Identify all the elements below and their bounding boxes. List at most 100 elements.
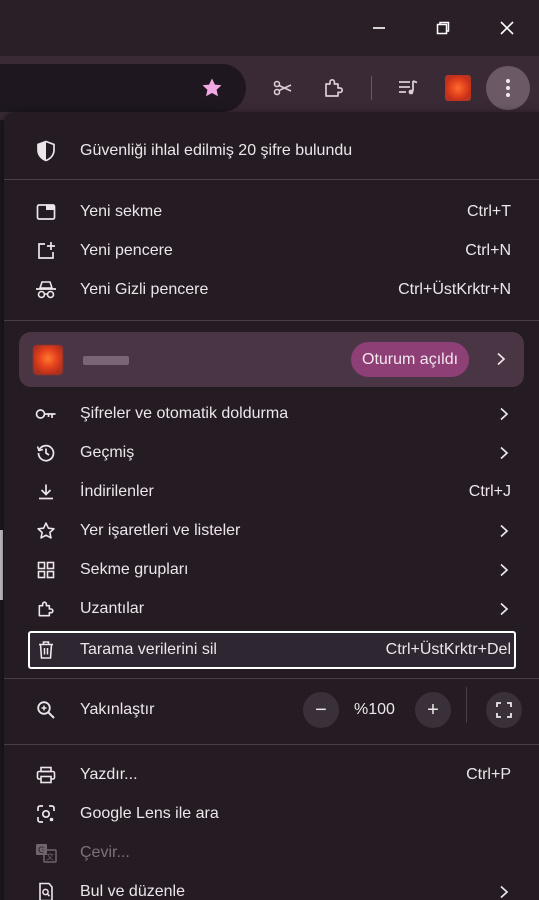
minimize-button[interactable] xyxy=(359,12,399,44)
translate-label: Çevir... xyxy=(80,843,130,861)
google-lens-label: Google Lens ile ara xyxy=(80,804,219,822)
menu-item-translate[interactable]: G文 Çevir... xyxy=(4,833,539,872)
downloads-label: İndirilenler xyxy=(80,482,154,500)
extensions-puzzle-icon xyxy=(325,78,344,97)
star-icon xyxy=(202,78,222,97)
menu-divider xyxy=(4,179,539,180)
chevron-right-icon xyxy=(497,407,511,421)
menu-item-tab-groups[interactable]: Sekme grupları xyxy=(4,550,539,589)
more-menu-button[interactable] xyxy=(486,66,530,110)
chevron-right-icon xyxy=(497,563,511,577)
puzzle-icon xyxy=(34,597,58,621)
menu-item-bookmarks[interactable]: Yer işaretleri ve listeler xyxy=(4,511,539,550)
find-edit-label: Bul ve düzenle xyxy=(80,882,185,900)
chevron-right-icon xyxy=(497,602,511,616)
minus-icon: − xyxy=(315,699,327,721)
menu-item-incognito[interactable]: Yeni Gizli pencere Ctrl+ÜstKrktr+N xyxy=(4,270,539,309)
menu-item-new-tab[interactable]: Yeni sekme Ctrl+T xyxy=(4,192,539,231)
plus-icon: + xyxy=(427,699,439,721)
incognito-icon xyxy=(34,278,58,302)
downloads-shortcut: Ctrl+J xyxy=(468,482,511,500)
chevron-right-icon xyxy=(497,885,511,899)
download-icon xyxy=(34,480,58,504)
passwords-label: Şifreler ve otomatik doldurma xyxy=(80,404,289,422)
menu-item-history[interactable]: Geçmiş xyxy=(4,433,539,472)
menu-item-passwords[interactable]: Şifreler ve otomatik doldurma xyxy=(4,394,539,433)
bookmarks-label: Yer işaretleri ve listeler xyxy=(80,521,241,539)
zoom-label: Yakınlaştır xyxy=(80,701,155,718)
clear-data-shortcut: Ctrl+ÜstKrktr+Del xyxy=(385,640,511,658)
trash-icon xyxy=(34,638,58,662)
history-label: Geçmiş xyxy=(80,443,135,461)
zoom-out-button[interactable]: − xyxy=(303,692,339,728)
zoom-value: %100 xyxy=(354,701,395,718)
print-label: Yazdır... xyxy=(80,765,138,783)
media-queue-icon xyxy=(399,80,418,95)
history-icon xyxy=(34,441,58,465)
zoom-in-button[interactable]: + xyxy=(415,692,451,728)
tab-groups-grid-icon xyxy=(34,558,58,582)
chevron-right-icon xyxy=(494,352,508,366)
toolbar-divider xyxy=(371,76,372,100)
menu-divider xyxy=(4,320,539,321)
shield-icon xyxy=(34,139,58,163)
find-document-icon xyxy=(34,880,58,900)
new-window-icon xyxy=(34,239,58,263)
profile-avatar[interactable] xyxy=(445,75,471,101)
profile-row[interactable]: Oturum açıldı xyxy=(19,332,524,387)
menu-item-print[interactable]: Yazdır... Ctrl+P xyxy=(4,755,539,794)
restore-button[interactable] xyxy=(423,12,463,44)
menu-item-new-window[interactable]: Yeni pencere Ctrl+N xyxy=(4,231,539,270)
chevron-right-icon xyxy=(497,524,511,538)
menu-item-google-lens[interactable]: Google Lens ile ara xyxy=(4,794,539,833)
extensions-button[interactable] xyxy=(316,70,352,106)
menu-item-downloads[interactable]: İndirilenler Ctrl+J xyxy=(4,472,539,511)
menu-item-clear-browsing-data[interactable]: Tarama verilerini sil Ctrl+ÜstKrktr+Del xyxy=(4,630,539,669)
google-lens-icon xyxy=(34,802,58,826)
new-tab-shortcut: Ctrl+T xyxy=(467,202,511,220)
close-window-button[interactable] xyxy=(487,12,527,44)
zoom-row: Yakınlaştır − %100 + xyxy=(4,687,539,732)
zoom-divider xyxy=(466,687,467,723)
printer-icon xyxy=(34,763,58,787)
customize-chrome-icon xyxy=(273,80,292,96)
bookmark-star-button[interactable] xyxy=(198,74,226,102)
menu-divider xyxy=(4,744,539,745)
customize-chrome-button[interactable] xyxy=(265,70,301,106)
profile-name-redacted xyxy=(83,356,129,365)
title-bar xyxy=(0,0,539,56)
tab-groups-label: Sekme grupları xyxy=(80,560,189,578)
media-queue-button[interactable] xyxy=(390,70,426,106)
menu-item-find-edit[interactable]: Bul ve düzenle xyxy=(4,872,539,900)
close-icon xyxy=(500,21,514,35)
chevron-right-icon xyxy=(497,446,511,460)
zoom-magnifier-icon xyxy=(34,698,58,722)
security-alert-label: Güvenliği ihlal edilmiş 20 şifre bulundu xyxy=(80,141,353,159)
extensions-label: Uzantılar xyxy=(80,599,145,617)
new-window-shortcut: Ctrl+N xyxy=(465,241,511,259)
menu-item-security-alert[interactable]: Güvenliği ihlal edilmiş 20 şifre bulundu xyxy=(4,131,539,170)
svg-text:文: 文 xyxy=(46,851,54,861)
signed-in-badge: Oturum açıldı xyxy=(351,342,470,377)
fullscreen-icon xyxy=(496,702,512,718)
minimize-icon xyxy=(373,27,385,29)
more-menu-kebab-icon xyxy=(506,79,510,97)
menu-divider xyxy=(4,678,539,679)
restore-icon xyxy=(436,21,450,35)
browser-toolbar xyxy=(0,56,539,120)
print-shortcut: Ctrl+P xyxy=(466,765,511,783)
new-tab-icon xyxy=(34,200,58,224)
clear-data-label: Tarama verilerini sil xyxy=(80,640,217,658)
key-icon xyxy=(34,402,58,426)
new-window-label: Yeni pencere xyxy=(80,241,173,259)
fullscreen-button[interactable] xyxy=(486,692,522,728)
star-outline-icon xyxy=(34,519,58,543)
address-bar[interactable] xyxy=(0,64,246,112)
incognito-label: Yeni Gizli pencere xyxy=(80,280,209,298)
page-edge-strip xyxy=(0,530,3,600)
menu-item-extensions[interactable]: Uzantılar xyxy=(4,589,539,628)
profile-avatar-large xyxy=(33,345,63,375)
incognito-shortcut: Ctrl+ÜstKrktr+N xyxy=(398,280,511,298)
translate-icon: G文 xyxy=(34,841,58,865)
chrome-app-menu: Güvenliği ihlal edilmiş 20 şifre bulundu… xyxy=(4,112,539,900)
